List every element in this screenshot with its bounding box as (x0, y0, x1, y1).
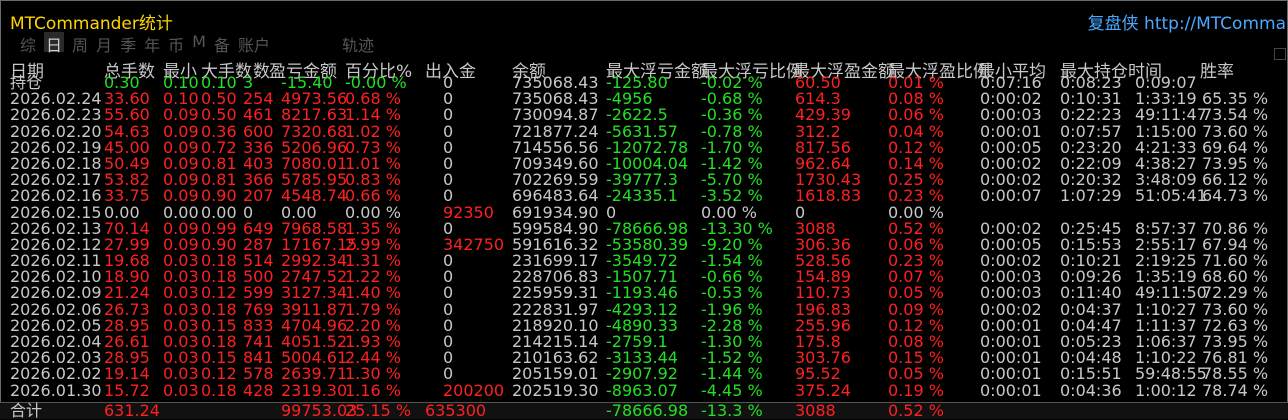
cell-t2: 0:04:36 (1060, 380, 1122, 400)
period-tab[interactable]: 月 (96, 32, 112, 55)
title-bar: MTCommander统计 复盘侠 http://MTComma (4, 4, 1286, 34)
cell-min: 0.03 (163, 380, 199, 400)
total-row: 合计 631.24 99753.03 25.15 % 635300 -78666.98 -1… (0, 401, 1288, 420)
app-title: MTCommander统计 (10, 14, 173, 34)
cell-bal: 202519.30 (512, 380, 599, 400)
period-tabs: 综日周月季年币 M 备账户 轨迹 (20, 32, 382, 55)
period-tab[interactable]: 备 (214, 32, 230, 55)
total-cell-date: 合计 (10, 401, 43, 420)
period-tab[interactable]: 周 (72, 32, 88, 55)
cell-io: 200200 (443, 380, 505, 400)
cell-t1: 0:00:01 (980, 380, 1042, 400)
cell-win: 64.73 % (1202, 186, 1269, 206)
period-tab-trail[interactable]: 轨迹 (342, 32, 374, 55)
cell-pct: 1.16 % (345, 380, 401, 400)
total-cell-lots: 631.24 (104, 401, 160, 420)
cell-lots: 15.72 (104, 380, 150, 400)
cell-t1: 0:00:07 (980, 186, 1042, 206)
website-link[interactable]: 复盘侠 http://MTComma (1088, 9, 1286, 34)
total-cell-io: 635300 (425, 401, 487, 420)
period-tab[interactable]: 币 (168, 32, 184, 55)
period-tab[interactable]: M (192, 32, 206, 52)
cell-t2: 1:07:29 (1060, 186, 1122, 206)
total-cell-mfl: -78666.98 (606, 401, 689, 420)
cell-n: 428 (243, 380, 274, 400)
table-row[interactable]: 2026.01.30 15.72 0.03 0.18 428 2319.30 1.16 % 2… (0, 380, 1288, 400)
cell-pnl: 2319.30 (281, 380, 348, 400)
total-cell-mfpp: 0.52 % (888, 401, 944, 420)
cell-mfl: -8963.07 (606, 380, 678, 400)
total-cell-mfp: 3088 (795, 401, 836, 420)
period-tab[interactable]: 日 (44, 32, 65, 55)
total-cell-pct: 25.15 % (345, 401, 412, 420)
period-tab[interactable]: 季 (120, 32, 136, 55)
period-tab[interactable]: 综 (20, 32, 36, 55)
period-tab[interactable]: 账户 (238, 32, 270, 55)
cell-mflp: -4.45 % (701, 380, 763, 400)
cell-mfp: 375.24 (795, 380, 851, 400)
cell-t3: 51:05:41 (1135, 186, 1207, 206)
cell-date: 2026.01.30 (10, 380, 102, 400)
table-body: 持仓 0.30 0.10 0.10 3 -15.40 -0.00 % 0 735068.43 -1… (0, 74, 1288, 400)
period-tab[interactable]: 年 (144, 32, 160, 55)
cell-mfl: -24335.1 (606, 186, 678, 206)
cell-win: 78.74 % (1202, 380, 1269, 400)
stats-table: 日期 总手数 最小 大手数数盈亏金额 百分比% 出入金 余额 最大浮亏金额 最大浮亏比例 最大浮盈… (0, 54, 1288, 420)
cell-mfpp: 0.19 % (888, 380, 944, 400)
total-cell-mflp: -13.3 % (701, 401, 763, 420)
cell-max: 0.18 (201, 380, 237, 400)
cell-t3: 1:00:12 (1135, 380, 1197, 400)
